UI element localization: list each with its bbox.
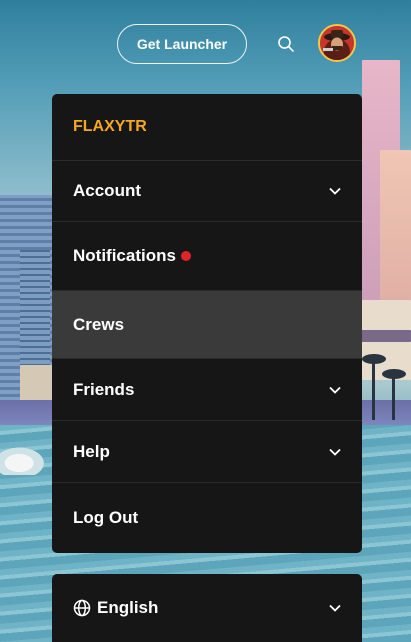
chevron-down-icon — [329, 187, 341, 195]
chevron-down-icon — [329, 604, 341, 612]
menu-item-logout[interactable]: Log Out — [52, 483, 362, 553]
user-avatar[interactable] — [318, 24, 356, 62]
menu-username: FLAXYTR — [52, 94, 362, 161]
globe-icon — [73, 599, 91, 617]
menu-item-label: Notifications — [73, 246, 176, 265]
menu-item-label: Friends — [73, 379, 135, 399]
menu-item-label: Help — [73, 441, 110, 461]
menu-item-account[interactable]: Account — [52, 161, 362, 222]
search-icon[interactable] — [277, 35, 295, 53]
language-selector[interactable]: English — [52, 574, 362, 642]
get-launcher-button[interactable]: Get Launcher — [117, 24, 247, 64]
account-menu: FLAXYTR Account Notifications Crews Frie… — [52, 94, 362, 553]
menu-item-crews[interactable]: Crews — [52, 291, 362, 359]
language-label: English — [97, 598, 159, 617]
chevron-down-icon — [329, 386, 341, 394]
menu-item-help[interactable]: Help — [52, 421, 362, 483]
chevron-down-icon — [329, 448, 341, 456]
menu-item-label: Account — [73, 181, 141, 200]
menu-item-label: Log Out — [73, 508, 139, 527]
notification-badge — [180, 251, 191, 261]
menu-item-notifications[interactable]: Notifications — [52, 222, 362, 291]
menu-item-friends[interactable]: Friends — [52, 359, 362, 421]
menu-item-label: Crews — [73, 314, 125, 334]
